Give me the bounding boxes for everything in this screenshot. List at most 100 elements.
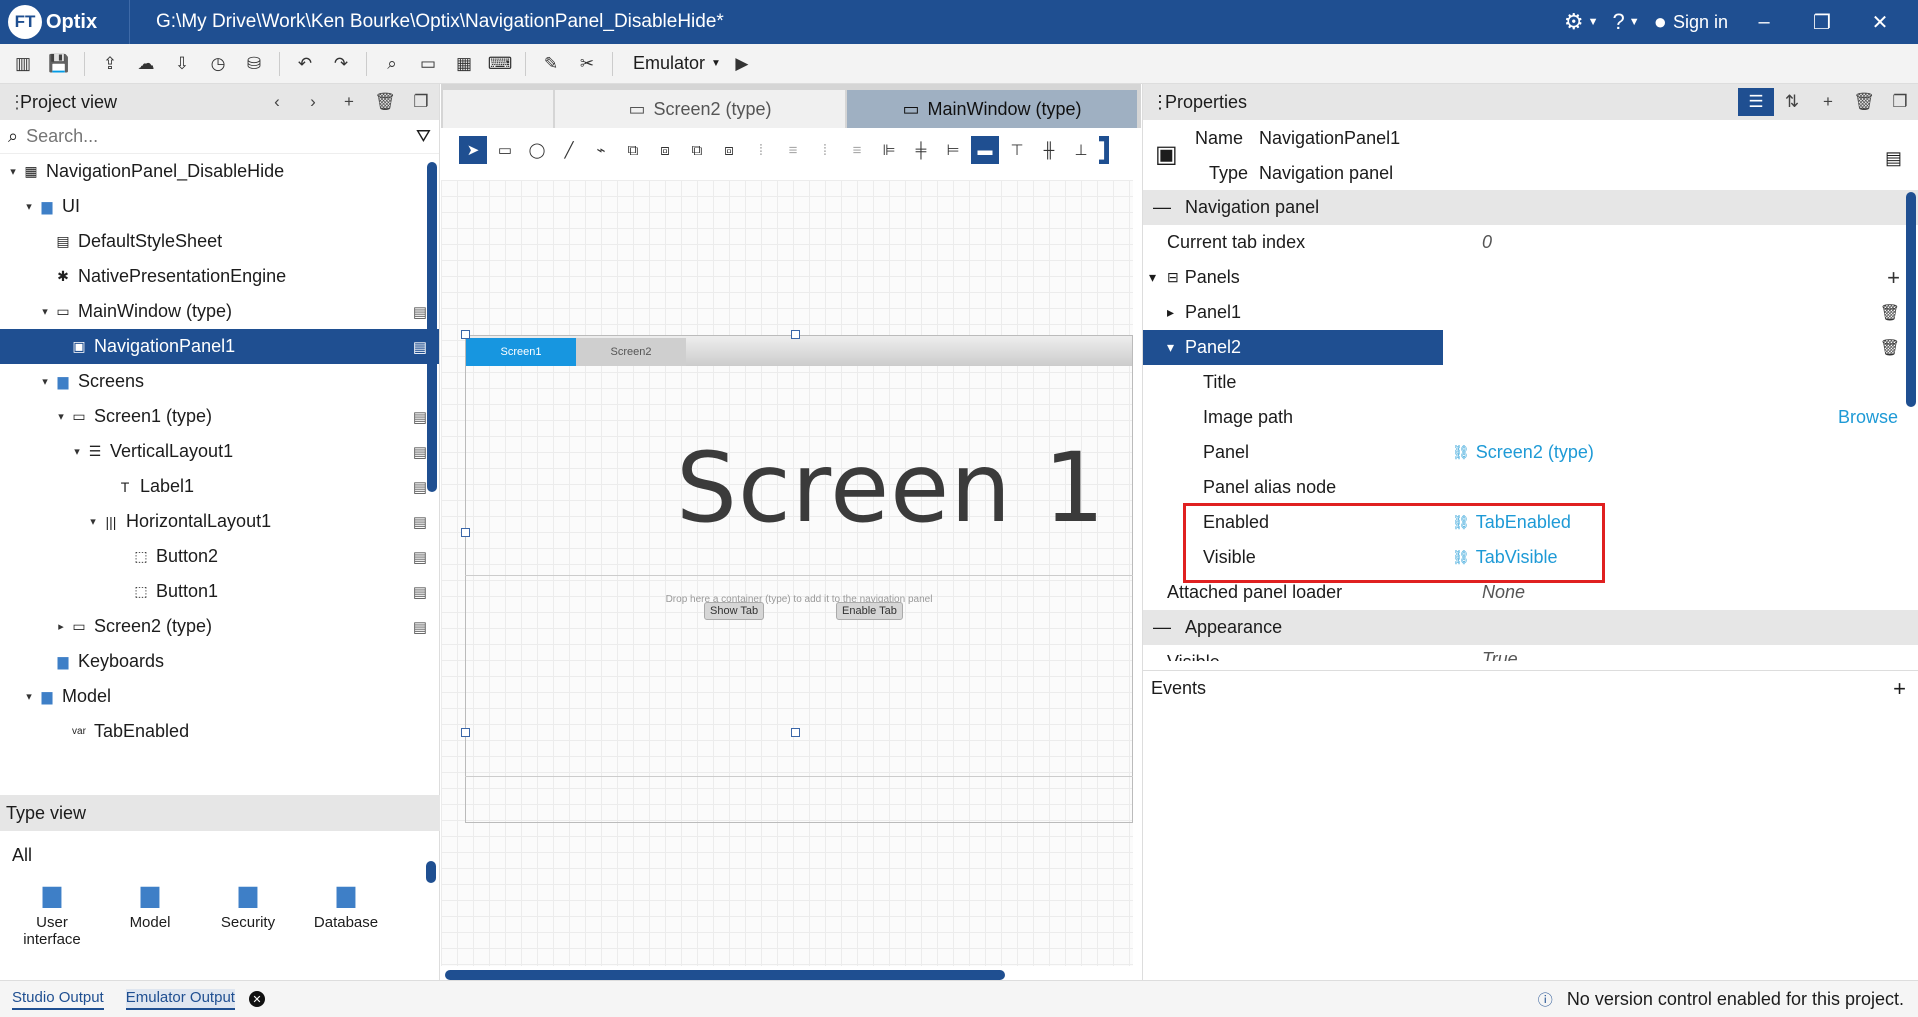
align-center-icon[interactable]: ╪ <box>907 136 935 164</box>
distribute-h-icon[interactable]: ⁞ <box>747 136 775 164</box>
delete-icon[interactable]: 🗑 <box>367 92 403 112</box>
expand-arrow-icon[interactable]: ▾ <box>1167 339 1185 356</box>
expand-arrow-icon[interactable]: ▾ <box>1149 269 1167 286</box>
filter-properties-icon[interactable]: ☰ <box>1738 88 1774 116</box>
restore-button[interactable]: ❐ <box>1800 10 1844 35</box>
tree-item[interactable]: ▾ ▆ UI <box>0 189 439 224</box>
library-icon[interactable]: ▦ <box>449 49 479 79</box>
tree-item[interactable]: ▸ ▭ Screen2 (type) ▤ <box>0 609 439 644</box>
expand-arrow-icon[interactable]: ▸ <box>1167 304 1185 321</box>
resize-handle[interactable] <box>791 330 800 339</box>
ellipse-tool-icon[interactable]: ◯ <box>523 136 551 164</box>
select-tool-icon[interactable]: ➤ <box>459 136 487 164</box>
tab-screen2[interactable]: ▭ Screen2 (type) <box>555 90 845 128</box>
back-icon[interactable]: ‹ <box>259 92 295 112</box>
space-v-icon[interactable]: ≡ <box>843 136 871 164</box>
sign-in-button[interactable]: ● Sign in <box>1654 9 1728 35</box>
tree-item[interactable]: ▾ ▭ Screen1 (type) ▤ <box>0 399 439 434</box>
tools-icon[interactable]: ✂ <box>572 49 602 79</box>
studio-output-tab[interactable]: Studio Output <box>12 989 104 1010</box>
filter-icon[interactable]: ⛛ <box>416 126 431 147</box>
forward-icon[interactable]: › <box>295 92 331 112</box>
align-stretch-icon[interactable]: ▌ <box>1099 136 1109 164</box>
bring-front-icon[interactable]: ⧉ <box>683 136 711 164</box>
tab-mainwindow[interactable]: ▭ MainWindow (type) <box>847 90 1137 128</box>
align-left-icon[interactable]: ⊫ <box>875 136 903 164</box>
type-view-scrollbar[interactable] <box>426 861 436 883</box>
canvas-scrollbar[interactable] <box>445 970 1005 980</box>
undo-icon[interactable]: ↶ <box>290 49 320 79</box>
align-right-icon[interactable]: ⊨ <box>939 136 967 164</box>
minimize-button[interactable]: – <box>1742 11 1786 34</box>
events-section[interactable]: Events + <box>1143 670 1918 706</box>
property-group[interactable]: — Navigation panel <box>1143 190 1918 225</box>
tree-item[interactable]: ▾ ▭ MainWindow (type) ▤ <box>0 294 439 329</box>
history-icon[interactable]: ◷ <box>203 49 233 79</box>
design-canvas[interactable]: Screen1 Screen2 Screen 1 Drop here a con… <box>441 180 1133 966</box>
property-row[interactable]: Title <box>1143 365 1918 400</box>
layout-icon[interactable]: ▥ <box>8 49 38 79</box>
help-menu[interactable]: ? ▼ <box>1613 9 1640 35</box>
property-row[interactable]: ▾ ⊟ Panels + <box>1143 260 1918 295</box>
edit-properties-icon[interactable]: ▤ <box>1885 148 1902 169</box>
drag-handle-icon[interactable]: ⋮ <box>8 92 26 113</box>
browse-link[interactable]: Browse <box>1838 407 1898 428</box>
play-icon[interactable]: ▶ <box>727 49 757 79</box>
delete-panel-icon[interactable]: 🗑 <box>1880 303 1900 323</box>
expand-arrow-icon[interactable]: ▾ <box>86 515 100 528</box>
expand-arrow-icon[interactable]: ▾ <box>6 165 20 178</box>
edit-node-icon[interactable]: ▤ <box>413 443 427 461</box>
tree-item[interactable]: ✱ NativePresentationEngine <box>0 259 439 294</box>
ungroup-icon[interactable]: ⧈ <box>651 136 679 164</box>
add-event-icon[interactable]: + <box>1893 676 1906 702</box>
drag-handle-icon[interactable]: ⋮ <box>1151 92 1169 113</box>
property-value[interactable]: True <box>1482 649 1518 661</box>
close-button[interactable]: ✕ <box>1858 10 1902 35</box>
rectangle-tool-icon[interactable]: ▭ <box>491 136 519 164</box>
copy-icon[interactable]: ❐ <box>1882 92 1918 112</box>
tree-item[interactable]: ▆ Keyboards <box>0 644 439 679</box>
copy-icon[interactable]: ❐ <box>403 92 439 112</box>
add-icon[interactable]: + <box>1810 92 1846 112</box>
navigation-panel-preview[interactable]: Screen1 Screen2 Screen 1 Drop here a con… <box>465 335 1133 823</box>
deploy-icon[interactable]: ⇪ <box>95 49 125 79</box>
edit-node-icon[interactable]: ▤ <box>413 478 427 496</box>
property-row[interactable]: ▸ Panel1 🗑 <box>1143 295 1918 330</box>
emulator-dropdown[interactable]: Emulator ▼ <box>633 53 721 74</box>
properties-scrollbar[interactable] <box>1906 192 1916 407</box>
edit-node-icon[interactable]: ▤ <box>413 548 427 566</box>
property-group[interactable]: — Appearance <box>1143 610 1918 645</box>
delete-icon[interactable]: 🗑 <box>1846 92 1882 112</box>
align-top-icon[interactable]: ⊤ <box>1003 136 1031 164</box>
expand-arrow-icon[interactable]: ▾ <box>70 445 84 458</box>
type-folder[interactable]: ▆ Database <box>306 880 386 948</box>
tree-item[interactable]: ▾ ☰ VerticalLayout1 ▤ <box>0 434 439 469</box>
tree-item[interactable]: ▾ ▆ Model <box>0 679 439 714</box>
dynamic-link[interactable]: ⛓ Screen2 (type) <box>1452 442 1594 463</box>
expand-arrow-icon[interactable]: ▾ <box>54 410 68 423</box>
tree-item[interactable]: ▤ DefaultStyleSheet <box>0 224 439 259</box>
resize-handle[interactable] <box>461 330 470 339</box>
edit-node-icon[interactable]: ▤ <box>413 583 427 601</box>
property-row[interactable]: ▾ Panel2 🗑 <box>1143 330 1918 365</box>
resize-handle[interactable] <box>461 728 470 737</box>
align-middle-icon[interactable]: ╫ <box>1035 136 1063 164</box>
download-icon[interactable]: ⇩ <box>167 49 197 79</box>
save-icon[interactable]: 💾 <box>44 49 74 79</box>
distribute-v-icon[interactable]: ≡ <box>779 136 807 164</box>
type-folder[interactable]: ▆ Security <box>208 880 288 948</box>
database-icon[interactable]: ⛁ <box>239 49 269 79</box>
resize-handle[interactable] <box>791 728 800 737</box>
tree-item[interactable]: ⬚ Button1 ▤ <box>0 574 439 609</box>
add-panel-icon[interactable]: + <box>1887 265 1900 291</box>
folder-icon[interactable]: ▭ <box>413 49 443 79</box>
collapse-icon[interactable]: — <box>1153 197 1171 218</box>
resize-handle[interactable] <box>461 528 470 537</box>
property-row[interactable]: Current tab index 0 <box>1143 225 1918 260</box>
property-row[interactable]: Panel alias node <box>1143 470 1918 505</box>
group-icon[interactable]: ⧉ <box>619 136 647 164</box>
tree-item[interactable]: T Label1 ▤ <box>0 469 439 504</box>
send-back-icon[interactable]: ⧈ <box>715 136 743 164</box>
collapse-icon[interactable]: — <box>1153 617 1171 638</box>
emulator-output-tab[interactable]: Emulator Output <box>125 988 235 1010</box>
